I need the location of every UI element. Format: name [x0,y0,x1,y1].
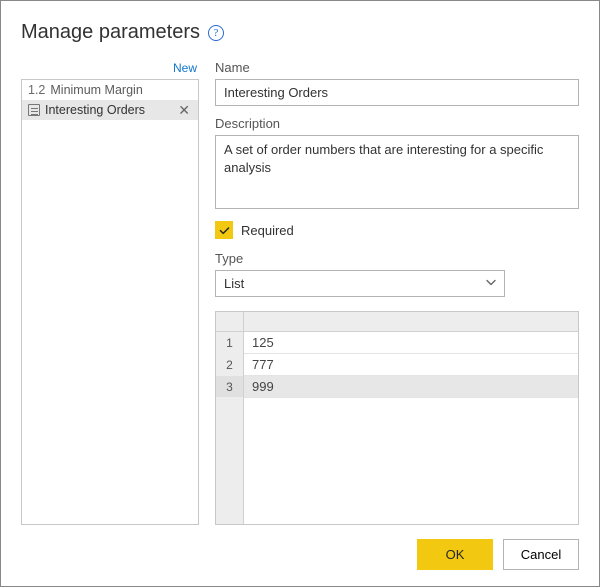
type-select-wrap [215,270,505,297]
grid-header [216,312,578,332]
name-input[interactable] [215,79,579,106]
parameter-list-panel: New 1.2 Minimum Margin Interesting Orders ✕ [21,58,199,525]
type-label: Type [215,251,579,266]
row-number: 2 [216,354,244,375]
required-row: Required [215,221,579,239]
close-icon[interactable]: ✕ [176,103,192,117]
parameter-list[interactable]: 1.2 Minimum Margin Interesting Orders ✕ [21,79,199,525]
type-select[interactable] [215,270,505,297]
dialog-footer: OK Cancel [21,539,579,570]
checkmark-icon [218,224,231,237]
required-label: Required [241,223,294,238]
ok-button[interactable]: OK [417,539,493,570]
row-number: 1 [216,332,244,353]
values-grid[interactable]: 112527773999 [215,311,579,525]
list-icon [28,104,40,116]
dialog-body: New 1.2 Minimum Margin Interesting Orders ✕… [21,58,579,525]
parameter-list-item[interactable]: 1.2 Minimum Margin [22,80,198,100]
description-input[interactable]: A set of order numbers that are interest… [215,135,579,209]
grid-body: 112527773999 [216,332,578,524]
cell-value[interactable]: 999 [244,376,578,397]
name-label: Name [215,60,579,75]
parameter-item-label: Interesting Orders [45,103,145,117]
manage-parameters-dialog: Manage parameters ? New 1.2 Minimum Margi… [0,0,600,587]
required-checkbox[interactable] [215,221,233,239]
cell-value[interactable]: 777 [244,354,578,375]
description-label: Description [215,116,579,131]
parameter-list-toolbar: New [21,58,199,79]
cell-value[interactable]: 125 [244,332,578,353]
parameter-form: Name Description A set of order numbers … [215,58,579,525]
help-icon[interactable]: ? [208,25,224,41]
numeric-icon: 1.2 [28,83,45,97]
cancel-button[interactable]: Cancel [503,539,579,570]
table-row[interactable]: 2777 [244,354,578,376]
parameter-item-label: Minimum Margin [50,83,142,97]
parameter-list-item[interactable]: Interesting Orders ✕ [22,100,198,120]
table-row[interactable]: 1125 [244,332,578,354]
table-row[interactable]: 3999 [244,376,578,398]
row-number: 3 [216,376,244,397]
dialog-header: Manage parameters ? [21,21,579,44]
new-parameter-link[interactable]: New [173,61,197,75]
dialog-title: Manage parameters [21,21,200,44]
grid-corner [216,312,244,331]
grid-rows: 112527773999 [244,332,578,524]
